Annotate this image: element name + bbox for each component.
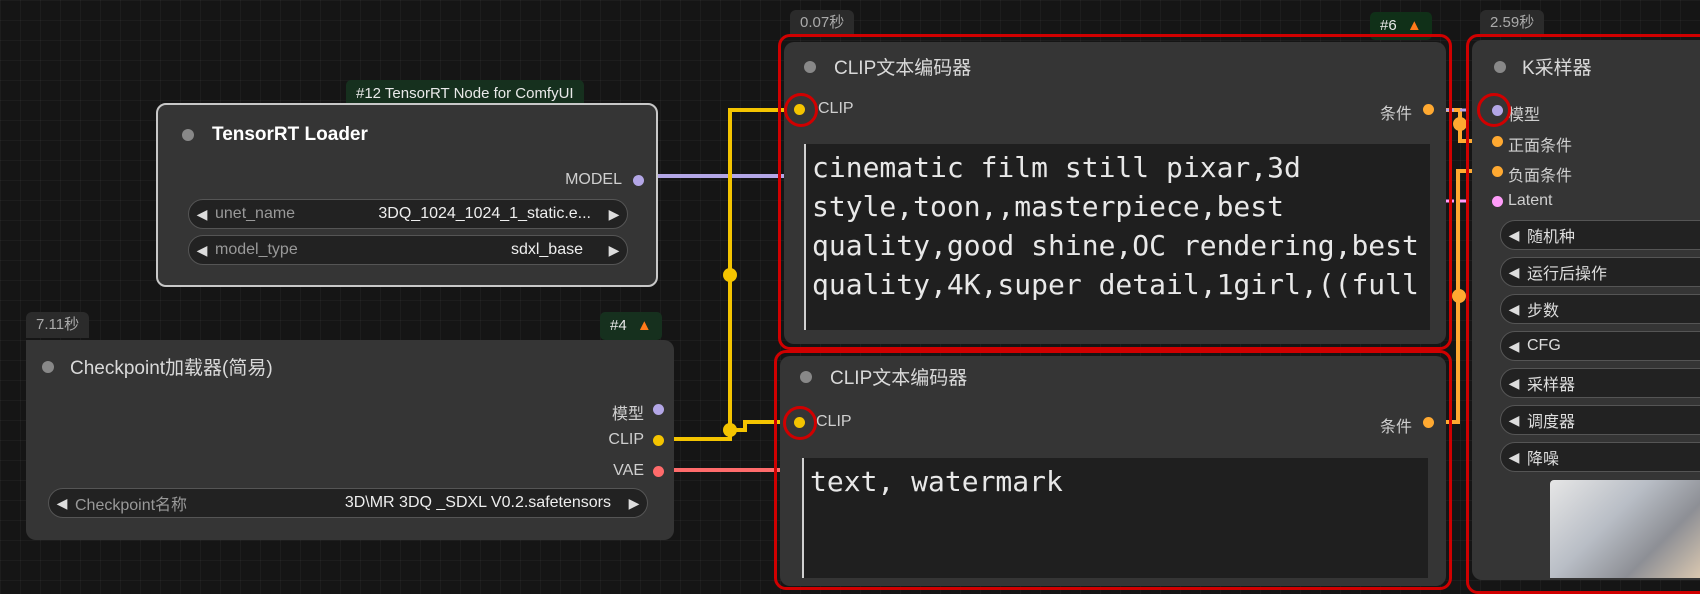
highlight-ring — [1477, 93, 1511, 127]
input-label-model: 模型 — [1508, 107, 1541, 124]
output-socket-vae[interactable] — [653, 466, 664, 477]
input-label-latent: Latent — [1508, 192, 1553, 209]
collapse-dot-icon[interactable] — [804, 61, 816, 73]
collapse-dot-icon[interactable] — [1494, 61, 1506, 73]
reroute-dot[interactable] — [723, 423, 737, 437]
widget-value: 3DQ_1024_1024_1_static.e... — [378, 205, 591, 222]
prev-arrow-icon[interactable]: ◀ — [1501, 301, 1527, 318]
widget-name: 降噪 — [1527, 451, 1560, 468]
widget-name: 运行后操作 — [1527, 266, 1608, 283]
prev-arrow-icon[interactable]: ◀ — [189, 242, 215, 259]
collapse-dot-icon[interactable] — [800, 371, 812, 383]
output-label-conditioning: 条件 — [1379, 419, 1412, 436]
node-id-text: #6 — [1380, 17, 1397, 34]
prev-arrow-icon[interactable]: ◀ — [1501, 338, 1527, 355]
prev-arrow-icon[interactable]: ◀ — [1501, 264, 1527, 281]
input-socket-latent[interactable] — [1492, 196, 1503, 207]
fox-icon: ▲ — [1406, 17, 1422, 34]
clip-text-encode-positive-node[interactable]: CLIP文本编码器 CLIP 条件 cinematic film still p… — [784, 42, 1446, 344]
output-socket-clip[interactable] — [653, 435, 664, 446]
unet-name-combo[interactable]: ◀ unet_name 3DQ_1024_1024_1_static.e... … — [188, 199, 628, 229]
output-socket-conditioning[interactable] — [1423, 104, 1434, 115]
tensorrt-loader-node[interactable]: TensorRT Loader MODEL ◀ unet_name 3DQ_10… — [156, 103, 658, 287]
widget-value: sdxl_base — [510, 241, 583, 258]
widget-name: 采样器 — [1527, 377, 1576, 394]
node-id-badge: #4 ▲ — [600, 312, 662, 340]
prev-arrow-icon[interactable]: ◀ — [189, 206, 215, 223]
prev-arrow-icon[interactable]: ◀ — [1501, 412, 1527, 429]
node-title-text: CLIP文本编码器 — [830, 367, 968, 389]
next-arrow-icon[interactable]: ▶ — [601, 242, 627, 259]
widget-name: 调度器 — [1527, 414, 1576, 431]
output-socket-conditioning[interactable] — [1423, 417, 1434, 428]
preview-image — [1550, 480, 1700, 578]
output-label-conditioning: 条件 — [1379, 106, 1412, 123]
output-label-model: 模型 — [611, 406, 644, 423]
prompt-textarea[interactable]: cinematic film still pixar,3d style,toon… — [804, 144, 1430, 330]
input-label-clip: CLIP — [818, 100, 854, 117]
sampler-widget[interactable]: ◀ 采样器 — [1500, 368, 1700, 398]
prev-arrow-icon[interactable]: ◀ — [1501, 227, 1527, 244]
node-title[interactable]: CLIP文本编码器 — [780, 356, 1446, 396]
input-label-clip: CLIP — [816, 413, 852, 430]
node-title-text: CLIP文本编码器 — [834, 57, 972, 79]
prompt-textarea[interactable]: text, watermark — [802, 458, 1428, 578]
reroute-dot[interactable] — [1453, 117, 1467, 131]
widget-name: Checkpoint名称 — [75, 497, 188, 514]
node-title-text: K采样器 — [1522, 57, 1592, 79]
node-id-text: #4 — [610, 317, 627, 334]
steps-widget[interactable]: ◀ 步数 — [1500, 294, 1700, 324]
node-title-text: Checkpoint加载器(简易) — [70, 357, 273, 379]
seed-widget[interactable]: ◀ 随机种 — [1500, 220, 1700, 250]
cfg-widget[interactable]: ◀ CFG — [1500, 331, 1700, 361]
widget-name: unet_name — [215, 205, 296, 222]
checkpoint-name-combo[interactable]: ◀ Checkpoint名称 3D\MR 3DQ _SDXL V0.2.safe… — [48, 488, 648, 518]
model-type-combo[interactable]: ◀ model_type sdxl_base ▶ — [188, 235, 628, 265]
execution-time: 7.11秒 — [26, 312, 90, 338]
checkpoint-loader-node[interactable]: Checkpoint加载器(简易) 模型 CLIP VAE ◀ Checkpoi… — [26, 340, 674, 540]
collapse-dot-icon[interactable] — [42, 361, 54, 373]
node-title-text: TensorRT Loader — [212, 124, 368, 145]
output-socket-model[interactable] — [633, 175, 644, 186]
node-title[interactable]: CLIP文本编码器 — [784, 46, 1446, 86]
next-arrow-icon[interactable]: ▶ — [601, 206, 627, 223]
output-label-model: MODEL — [565, 171, 622, 188]
fox-icon: ▲ — [636, 317, 652, 334]
input-label-negative: 负面条件 — [1508, 168, 1573, 185]
prev-arrow-icon[interactable]: ◀ — [49, 495, 75, 512]
input-socket-negative[interactable] — [1492, 166, 1503, 177]
execution-time: 2.59秒 — [1480, 10, 1545, 36]
scheduler-widget[interactable]: ◀ 调度器 — [1500, 405, 1700, 435]
output-label-clip: CLIP — [608, 431, 644, 448]
highlight-ring — [784, 93, 818, 127]
prev-arrow-icon[interactable]: ◀ — [1501, 449, 1527, 466]
input-label-positive: 正面条件 — [1508, 138, 1573, 155]
input-socket-positive[interactable] — [1492, 136, 1503, 147]
highlight-ring — [783, 406, 817, 440]
widget-value: 3D\MR 3DQ _SDXL V0.2.safetensors — [344, 494, 611, 511]
output-socket-model[interactable] — [653, 404, 664, 415]
reroute-dot[interactable] — [1452, 289, 1466, 303]
output-label-vae: VAE — [613, 462, 644, 479]
widget-name: 随机种 — [1527, 229, 1576, 246]
prev-arrow-icon[interactable]: ◀ — [1501, 375, 1527, 392]
control-after-generate-widget[interactable]: ◀ 运行后操作 — [1500, 257, 1700, 287]
collapse-dot-icon[interactable] — [182, 129, 194, 141]
clip-text-encode-negative-node[interactable]: CLIP文本编码器 CLIP 条件 text, watermark — [780, 356, 1446, 586]
node-title[interactable]: TensorRT Loader — [158, 115, 656, 155]
widget-name: CFG — [1527, 337, 1561, 354]
node-title[interactable]: K采样器 — [1472, 46, 1700, 86]
node-title[interactable]: Checkpoint加载器(简易) — [26, 346, 674, 386]
widget-name: model_type — [215, 241, 298, 258]
widget-name: 步数 — [1527, 303, 1560, 320]
next-arrow-icon[interactable]: ▶ — [621, 495, 647, 512]
denoise-widget[interactable]: ◀ 降噪 — [1500, 442, 1700, 472]
reroute-dot[interactable] — [723, 268, 737, 282]
execution-time: 0.07秒 — [790, 10, 855, 36]
